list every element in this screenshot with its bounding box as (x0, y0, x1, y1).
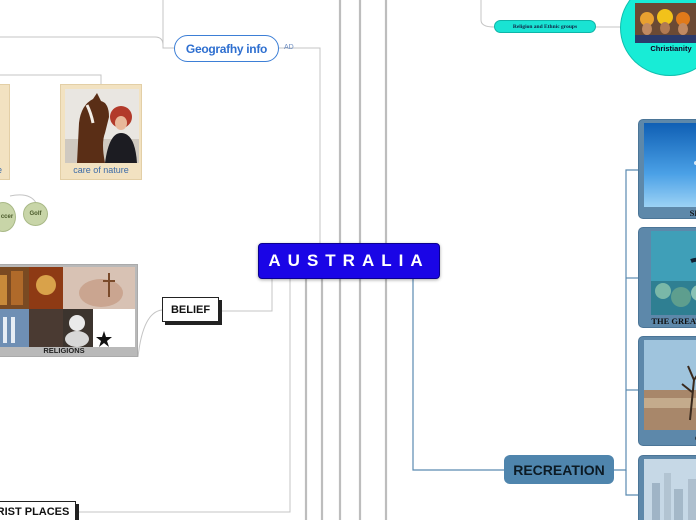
nature-card-left[interactable]: re (0, 84, 10, 180)
recreation-card-2[interactable]: THE GREAT (638, 227, 696, 328)
religions-caption: RELIGIONS (43, 346, 85, 355)
recreation-card-3-caption: C (639, 433, 696, 443)
christianity-node[interactable]: Christianity (620, 0, 696, 76)
geography-info-label: Geografhy info (185, 41, 268, 56)
christianity-photo (635, 3, 696, 43)
belief-label: BELIEF (170, 303, 211, 316)
religions-card[interactable]: RELIGIONS (0, 264, 138, 357)
religion-ethnic-groups-label: Religion and Ethnic groups (512, 23, 578, 30)
recreation-label: RECREATION (513, 461, 605, 478)
golf-node[interactable]: Golf (23, 202, 48, 226)
connector-religions-belief (137, 309, 163, 358)
recreation-node[interactable]: RECREATION (504, 455, 614, 484)
horse-photo (65, 89, 139, 163)
connector-rec-card4 (625, 470, 638, 496)
reef-photo (651, 231, 696, 315)
outback-photo (644, 340, 696, 430)
mind-map-canvas: Geografhy info AD re care of nature ccer… (0, 0, 696, 520)
connector-ethnic (480, 0, 495, 28)
sky-photo (644, 123, 696, 207)
tourist-places-label: RIST PLACES (0, 506, 70, 518)
recreation-card-1[interactable]: SK (638, 119, 696, 219)
recreation-card-2-caption: THE GREAT (651, 316, 696, 326)
connector-recreation (412, 279, 504, 471)
care-of-nature-caption: care of nature (73, 165, 129, 175)
religions-collage (0, 267, 135, 347)
central-topic-label: AUSTRALIA (268, 251, 430, 270)
connector-nature (0, 74, 102, 84)
central-topic-node[interactable]: AUSTRALIA (258, 243, 440, 279)
care-of-nature-card[interactable]: care of nature (60, 84, 142, 180)
belief-node[interactable]: BELIEF (162, 297, 219, 322)
recreation-card-1-caption: SK (689, 208, 696, 218)
soccer-label: ccer (0, 214, 14, 220)
connector-geo (0, 36, 174, 49)
christianity-label: Christianity (650, 44, 692, 53)
tourist-places-node[interactable]: RIST PLACES (0, 501, 76, 520)
geography-tag: AD (284, 44, 294, 51)
connector-rec-card1 (614, 169, 638, 471)
recreation-card-3[interactable]: C (638, 336, 696, 446)
city-photo (644, 459, 696, 520)
geography-info-node[interactable]: Geografhy info (174, 35, 279, 62)
connector-belief-center (219, 279, 273, 312)
connector-geo-center (279, 47, 321, 243)
recreation-card-4[interactable] (638, 455, 696, 520)
religion-ethnic-groups-node[interactable]: Religion and Ethnic groups (494, 20, 596, 33)
nature-card-left-caption: re (0, 165, 9, 175)
golf-label: Golf (29, 211, 42, 217)
